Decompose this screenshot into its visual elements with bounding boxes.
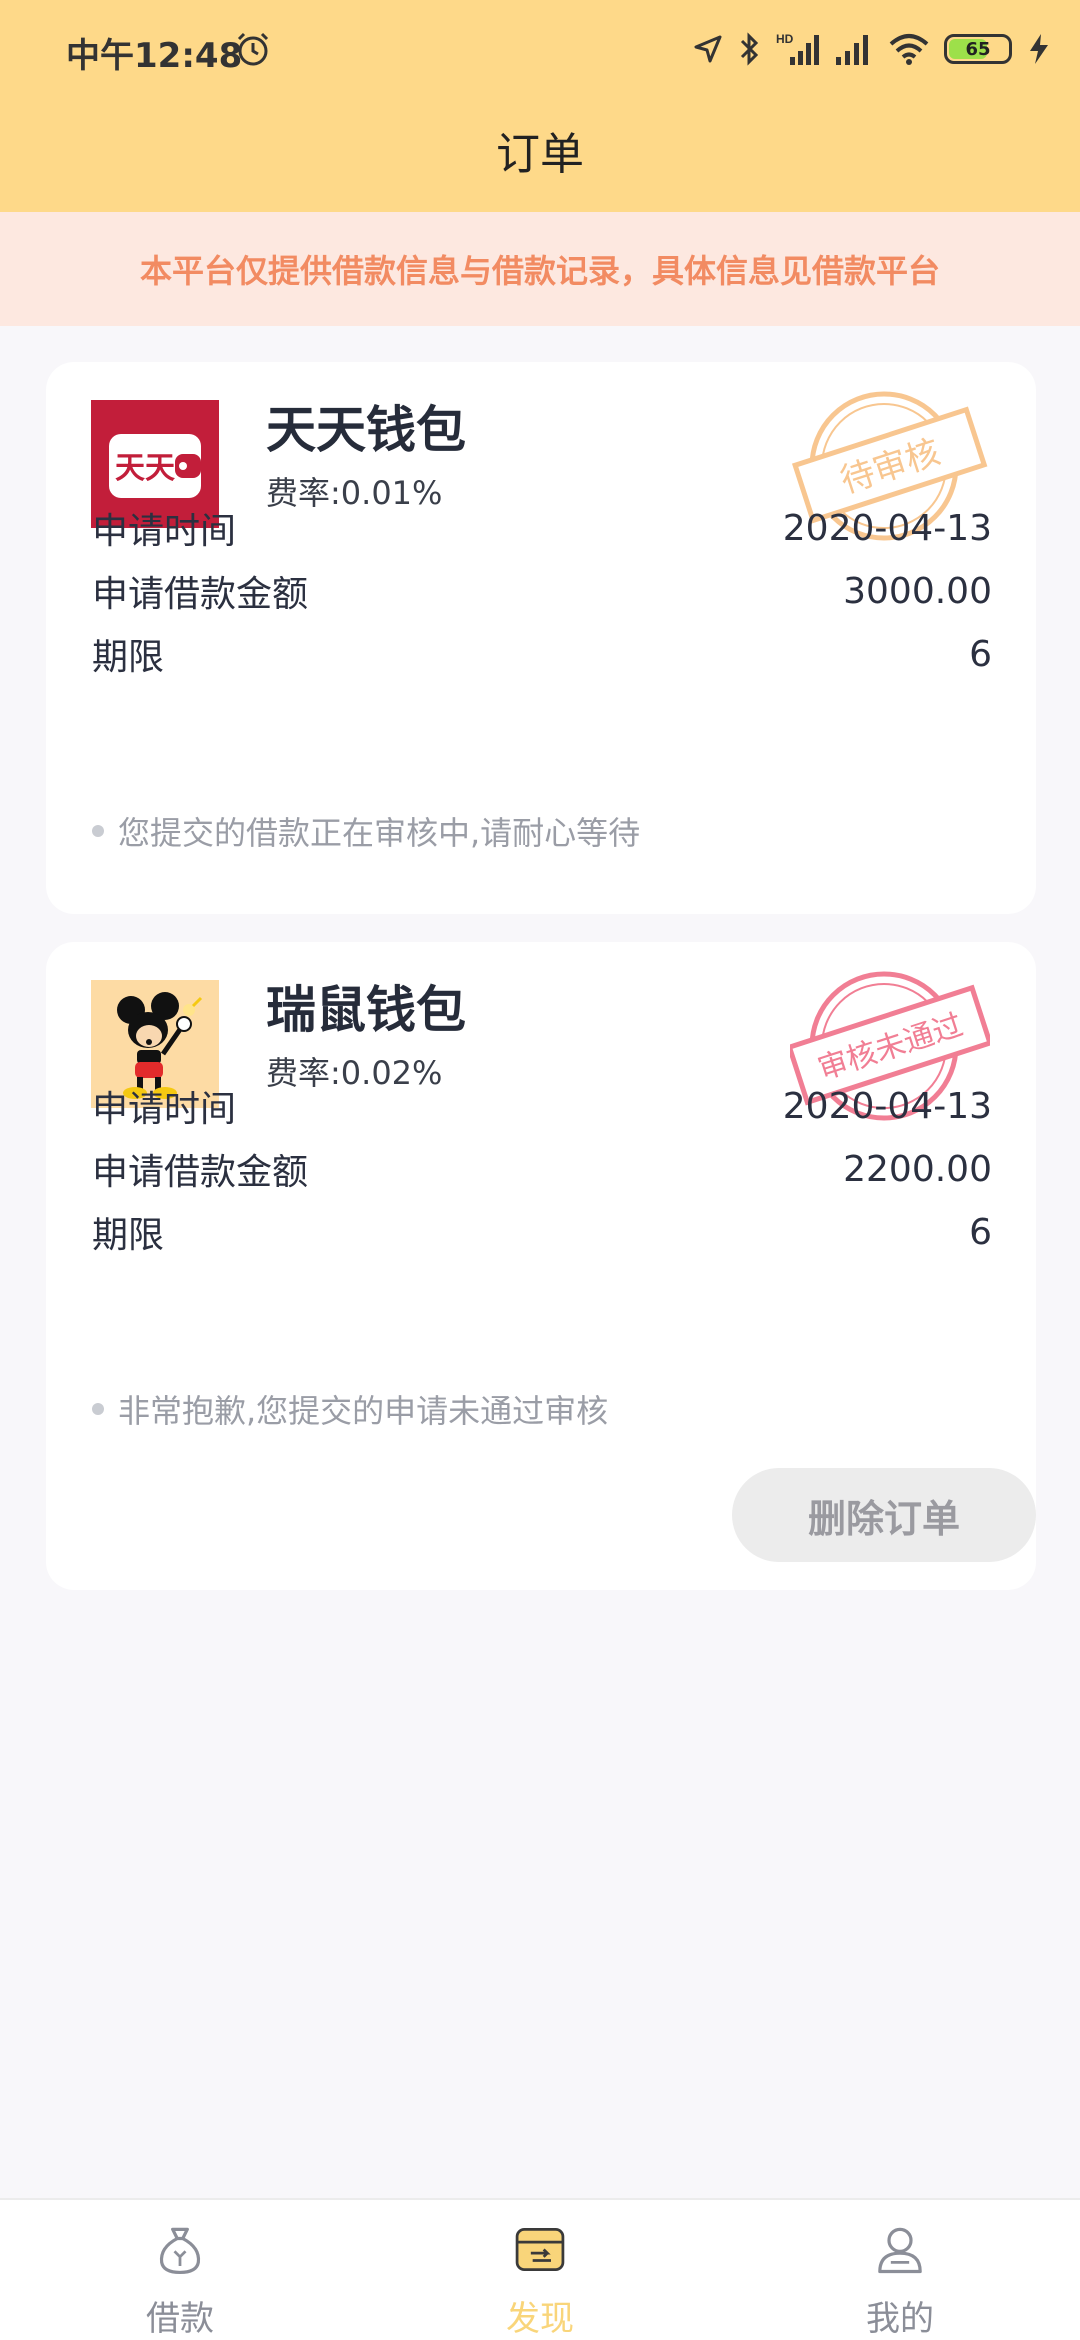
nav-label: 借款: [146, 2299, 214, 2339]
nav-item-discover[interactable]: 发现: [360, 2200, 720, 2340]
svg-text:HD: HD: [776, 32, 794, 46]
user-icon: [878, 2227, 922, 2274]
apply-time-row: 申请时间 2020-04-13: [92, 498, 992, 558]
note-text: 非常抱歉,您提交的申请未通过审核: [118, 1392, 609, 1430]
note-text: 您提交的借款正在审核中,请耐心等待: [118, 814, 641, 852]
platform-name: 瑞鼠钱包: [266, 981, 466, 1039]
term-row: 期限 6: [92, 624, 992, 684]
bullet-dot: [92, 825, 104, 837]
row-label: 期限: [92, 637, 165, 678]
apply-time-row: 申请时间 2020-04-13: [92, 1076, 992, 1136]
row-value: 6: [969, 1211, 992, 1253]
order-card[interactable]: 瑞鼠钱包 费率:0.02% 审核未通过 申请时间 2020-04-13 申请借款…: [46, 942, 1036, 1590]
status-note: 非常抱歉,您提交的申请未通过审核: [92, 1386, 608, 1432]
delete-order-button[interactable]: 删除订单: [732, 1468, 1036, 1562]
money-bag-icon: [159, 2227, 201, 2275]
row-label: 期限: [92, 1215, 165, 1256]
nav-label: 我的: [866, 2299, 934, 2339]
row-label: 申请借款金额: [92, 1152, 309, 1193]
bottom-nav: 借款 发现 我的: [0, 2198, 1080, 2340]
hd-signal-icon: HD: [776, 32, 819, 65]
alarm-icon: [237, 32, 269, 66]
row-value: 2200.00: [843, 1148, 992, 1190]
row-value: 2020-04-13: [782, 507, 992, 549]
row-value: 2020-04-13: [782, 1085, 992, 1127]
svg-text:天天: 天天: [115, 451, 175, 486]
row-label: 申请时间: [92, 1089, 237, 1130]
bullet-dot: [92, 1403, 104, 1415]
header: 中午12:48 HD 65 订单: [0, 0, 1080, 212]
page-title: 订单: [496, 129, 584, 180]
platform-name: 天天钱包: [266, 401, 466, 459]
row-value: 3000.00: [843, 570, 992, 612]
status-bar: 中午12:48 HD 65: [0, 0, 1080, 100]
row-label: 申请时间: [92, 511, 237, 552]
status-time: 中午12:48: [66, 36, 243, 76]
status-note: 您提交的借款正在审核中,请耐心等待: [92, 808, 640, 854]
signal-icon: [836, 35, 868, 65]
battery-level: 65: [965, 38, 991, 60]
amount-row: 申请借款金额 3000.00: [92, 561, 992, 621]
order-card[interactable]: 天天 天天钱包 费率:0.01% 待审核 申请时间 2020-04-13 申请借…: [46, 362, 1036, 914]
nav-item-loan[interactable]: 借款: [0, 2200, 360, 2340]
row-label: 申请借款金额: [92, 574, 309, 615]
nav-label: 发现: [506, 2299, 574, 2339]
charging-icon: [1030, 34, 1048, 64]
battery-icon: 65: [944, 34, 1012, 64]
row-value: 6: [969, 633, 992, 675]
wifi-icon: [889, 34, 929, 65]
status-icons: HD 65: [692, 26, 1052, 72]
notice-banner: 本平台仅提供借款信息与借款记录，具体信息见借款平台: [0, 212, 1080, 326]
amount-row: 申请借款金额 2200.00: [92, 1139, 992, 1199]
term-row: 期限 6: [92, 1202, 992, 1262]
location-icon: [694, 35, 722, 63]
bluetooth-icon: [740, 32, 759, 66]
nav-item-mine[interactable]: 我的: [720, 2200, 1080, 2340]
discover-icon: [515, 2227, 565, 2272]
